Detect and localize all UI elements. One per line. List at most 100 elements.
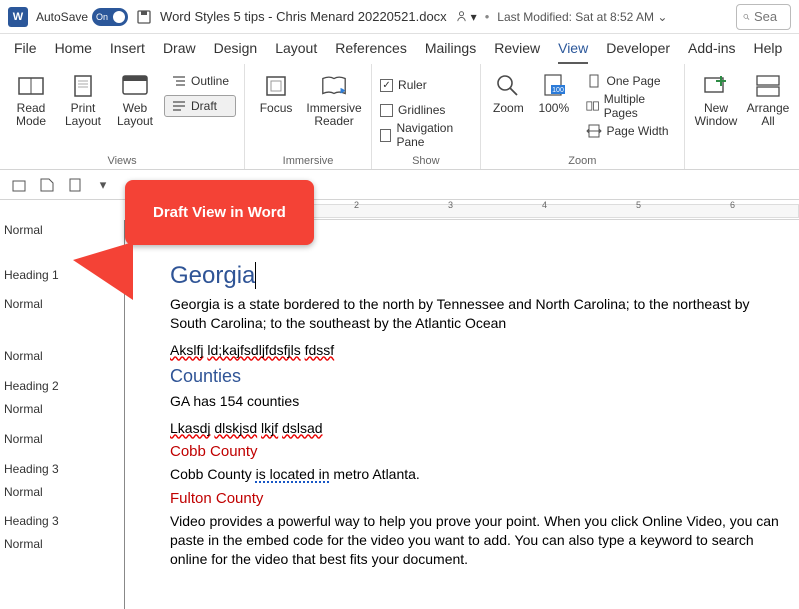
ruler-mark: 3 — [448, 200, 453, 210]
qat-item-3[interactable] — [66, 176, 84, 194]
ruler-mark: 5 — [636, 200, 641, 210]
body-paragraph[interactable]: Lkasdj dlskjsd lkjf dslsad — [170, 419, 784, 438]
group-views-label: Views — [8, 155, 236, 167]
style-row: Normal — [0, 349, 43, 363]
outline-button[interactable]: Outline — [164, 70, 236, 92]
focus-button[interactable]: Focus — [253, 68, 299, 115]
tab-draw[interactable]: Draw — [163, 40, 196, 64]
focus-icon — [262, 72, 290, 100]
tab-layout[interactable]: Layout — [275, 40, 317, 64]
qat-item-1[interactable] — [10, 176, 28, 194]
group-zoom-label: Zoom — [489, 155, 676, 167]
group-show: ✓ Ruler Gridlines Navigation Pane Show — [372, 64, 481, 169]
style-row: Normal — [0, 297, 43, 311]
autosave-toggle[interactable]: On — [92, 8, 128, 26]
heading-2[interactable]: Counties — [170, 366, 784, 387]
callout: Draft View in Word — [125, 180, 314, 245]
text-cursor — [255, 262, 256, 289]
share-icon[interactable]: ▾ — [455, 10, 477, 24]
gridlines-label: Gridlines — [398, 103, 445, 117]
body-paragraph[interactable]: Cobb County is located in metro Atlanta. — [170, 465, 784, 484]
checkbox-icon — [380, 104, 393, 117]
web-layout-icon — [121, 72, 149, 100]
print-layout-label: Print Layout — [65, 102, 101, 128]
draft-label: Draft — [191, 99, 217, 113]
callout-pointer — [73, 242, 133, 300]
group-show-label: Show — [380, 155, 472, 167]
draft-icon — [171, 99, 187, 113]
zoom-100-icon: 100 — [540, 72, 568, 100]
tab-design[interactable]: Design — [214, 40, 258, 64]
tab-help[interactable]: Help — [754, 40, 783, 64]
web-layout-button[interactable]: Web Layout — [112, 68, 158, 128]
search-input[interactable] — [754, 9, 784, 24]
heading-1[interactable]: Georgia — [170, 262, 784, 290]
tab-home[interactable]: Home — [55, 40, 92, 64]
print-layout-icon — [69, 72, 97, 100]
callout-text: Draft View in Word — [153, 204, 286, 221]
body-paragraph[interactable]: Akslfj ld;kajfsdljfdsfjls fdssf — [170, 341, 784, 360]
title-bar: W AutoSave On Word Styles 5 tips - Chris… — [0, 0, 799, 34]
document-content[interactable]: Georgia Georgia is a state bordered to t… — [125, 220, 799, 609]
body-paragraph[interactable]: Video provides a powerful way to help yo… — [170, 512, 784, 569]
tab-file[interactable]: File — [14, 40, 37, 64]
multiple-pages-button[interactable]: Multiple Pages — [579, 95, 676, 117]
tab-mailings[interactable]: Mailings — [425, 40, 476, 64]
read-mode-label: Read Mode — [16, 102, 46, 128]
multiple-pages-icon — [586, 99, 599, 113]
style-row: Normal — [0, 223, 43, 237]
qat-dropdown-icon[interactable]: ▾ — [94, 176, 112, 194]
ribbon-tabs: File Home Insert Draw Design Layout Refe… — [0, 34, 799, 64]
quick-access-toolbar: ▾ — [0, 170, 799, 200]
search-box[interactable] — [736, 4, 791, 30]
tab-references[interactable]: References — [335, 40, 407, 64]
ruler-checkbox[interactable]: ✓ Ruler — [380, 74, 472, 96]
navigation-pane-checkbox[interactable]: Navigation Pane — [380, 124, 472, 146]
new-window-icon — [702, 72, 730, 100]
print-layout-button[interactable]: Print Layout — [60, 68, 106, 128]
new-window-button[interactable]: New Window — [693, 68, 739, 128]
immersive-reader-button[interactable]: Immersive Reader — [305, 68, 363, 128]
style-row: Heading 1 — [0, 268, 59, 282]
toggle-knob — [113, 11, 125, 23]
group-immersive-label: Immersive — [253, 155, 363, 167]
outline-label: Outline — [191, 74, 229, 88]
save-icon[interactable] — [136, 9, 152, 25]
ruler-label: Ruler — [398, 78, 427, 92]
qat-item-2[interactable] — [38, 176, 56, 194]
zoom-100-button[interactable]: 100 100% — [534, 68, 573, 115]
document-title: Word Styles 5 tips - Chris Menard 202205… — [160, 9, 447, 24]
checkbox-icon — [380, 129, 391, 142]
focus-label: Focus — [260, 102, 293, 115]
arrange-all-button[interactable]: Arrange All — [745, 68, 791, 128]
read-mode-button[interactable]: Read Mode — [8, 68, 54, 128]
heading-3[interactable]: Fulton County — [170, 490, 784, 507]
read-mode-icon — [17, 72, 45, 100]
ruler-mark: 4 — [542, 200, 547, 210]
gridlines-checkbox[interactable]: Gridlines — [380, 99, 472, 121]
zoom-button[interactable]: Zoom — [489, 68, 528, 115]
ribbon: Read Mode Print Layout Web Layout Outlin… — [0, 64, 799, 170]
body-paragraph[interactable]: Georgia is a state bordered to the north… — [170, 295, 784, 333]
ruler-mark: 6 — [730, 200, 735, 210]
word-app-icon: W — [8, 7, 28, 27]
style-row: Normal — [0, 402, 43, 416]
separator: • — [485, 9, 490, 24]
new-window-label: New Window — [695, 102, 738, 128]
one-page-button[interactable]: One Page — [579, 70, 676, 92]
tab-developer[interactable]: Developer — [606, 40, 670, 64]
body-paragraph[interactable]: GA has 154 counties — [170, 392, 784, 411]
checkbox-icon: ✓ — [380, 79, 393, 92]
multiple-pages-label: Multiple Pages — [604, 92, 669, 120]
draft-button[interactable]: Draft — [164, 95, 236, 117]
chevron-down-icon: ⌄ — [657, 10, 667, 24]
tab-view[interactable]: View — [558, 40, 588, 64]
page-width-button[interactable]: Page Width — [579, 120, 676, 142]
heading-3[interactable]: Cobb County — [170, 443, 784, 460]
tab-addins[interactable]: Add-ins — [688, 40, 735, 64]
tab-insert[interactable]: Insert — [110, 40, 145, 64]
tab-review[interactable]: Review — [494, 40, 540, 64]
last-modified-text[interactable]: Last Modified: Sat at 8:52 AM ⌄ — [497, 10, 667, 24]
autosave-control[interactable]: AutoSave On — [36, 8, 128, 26]
group-zoom: Zoom 100 100% One Page Multiple Pages Pa… — [481, 64, 685, 169]
